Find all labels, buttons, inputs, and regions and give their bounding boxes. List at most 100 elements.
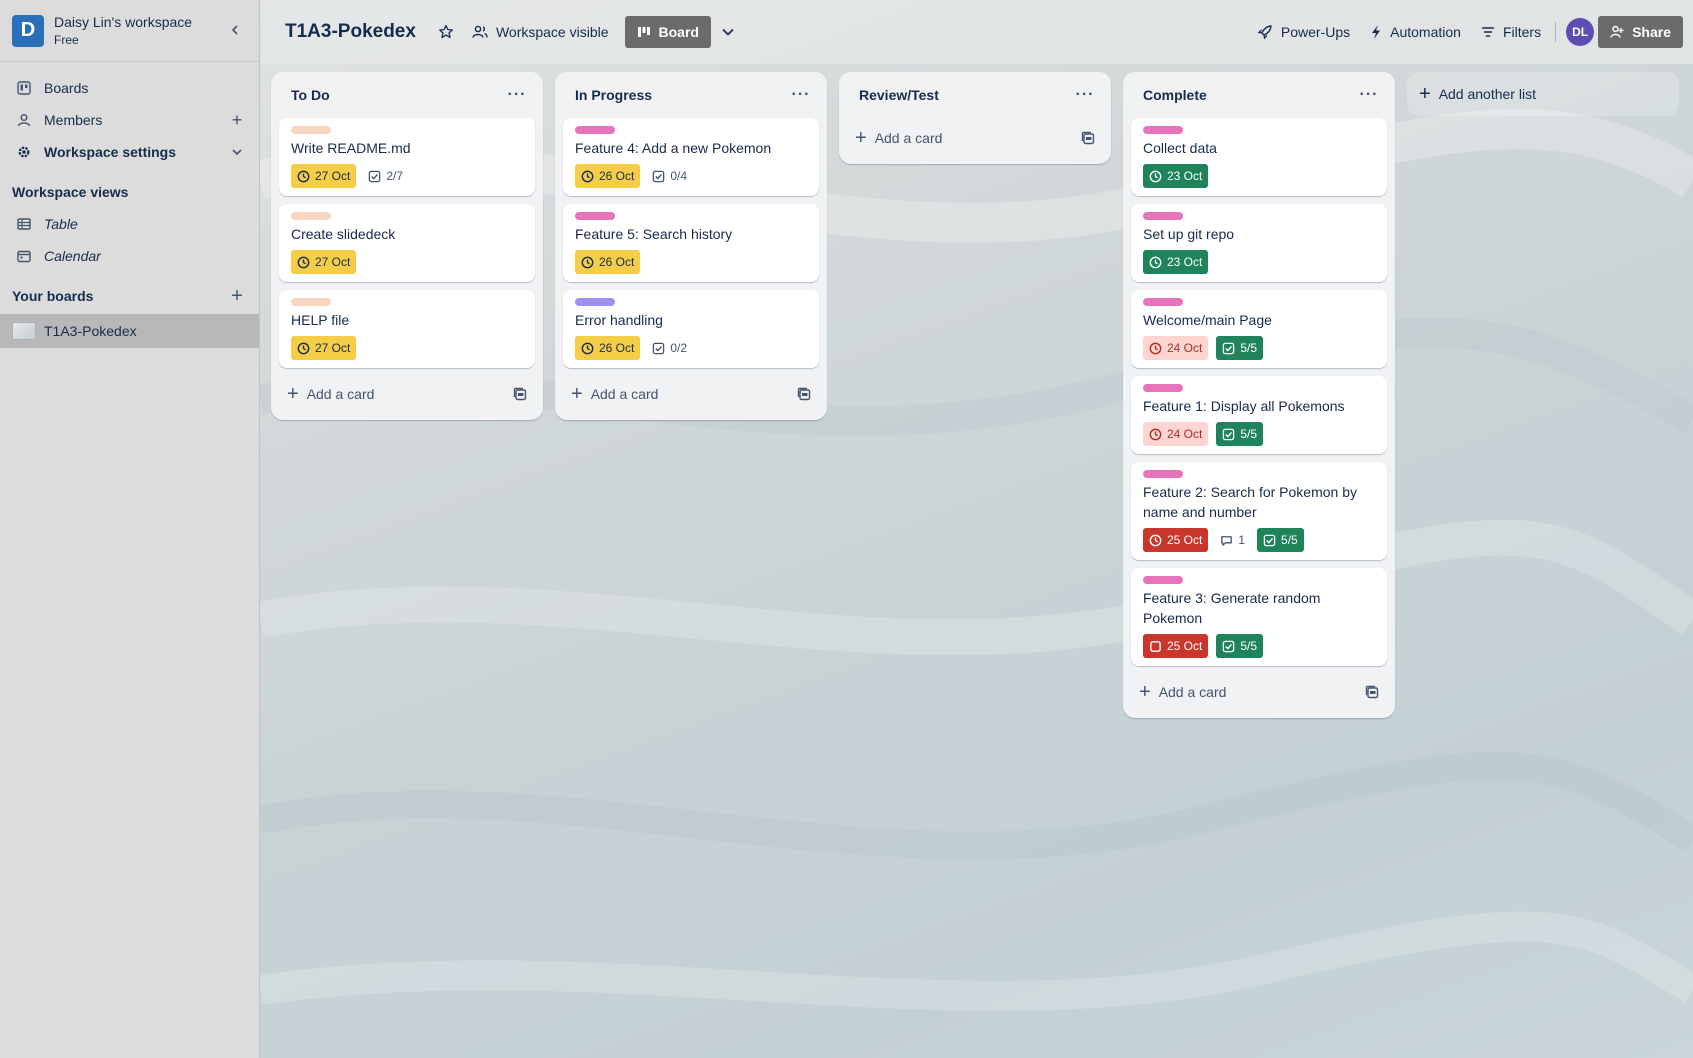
list-title[interactable]: Complete (1143, 87, 1355, 103)
clock-icon (1149, 170, 1162, 183)
automation-button[interactable]: Automation (1360, 16, 1471, 48)
due-date-badge[interactable]: 23 Oct (1143, 164, 1209, 188)
sidebar-item-board[interactable]: T1A3-Pokedex (0, 314, 259, 348)
card-label[interactable] (1143, 126, 1183, 134)
card-label[interactable] (1143, 298, 1183, 306)
card[interactable]: Write README.md 27 Oct 2/7 (279, 118, 535, 196)
clock-icon (1149, 342, 1162, 355)
workspace-logo[interactable]: D (12, 14, 44, 47)
card[interactable]: HELP file 27 Oct (279, 290, 535, 368)
checkbox-icon (1222, 428, 1235, 441)
due-date-badge[interactable]: 26 Oct (575, 164, 641, 188)
add-member-icon[interactable]: + (227, 110, 247, 131)
list-menu-icon[interactable]: ··· (1071, 86, 1099, 104)
sidebar-item-table[interactable]: Table (0, 208, 259, 240)
list-menu-icon[interactable]: ··· (503, 86, 531, 104)
visibility-button[interactable]: Workspace visible (462, 16, 619, 48)
board-view-button[interactable]: Board (624, 16, 711, 48)
list-menu-icon[interactable]: ··· (787, 86, 815, 104)
filter-icon (1481, 26, 1495, 38)
card-template-icon[interactable] (1365, 685, 1379, 699)
person-icon (16, 112, 32, 128)
add-card-button[interactable]: + Add a card (279, 376, 535, 412)
card-label[interactable] (291, 298, 331, 306)
add-card-button[interactable]: + Add a card (1131, 674, 1387, 710)
card-title: HELP file (291, 312, 350, 328)
card-template-icon[interactable] (797, 387, 811, 401)
due-date-badge[interactable]: 25 Oct (1143, 634, 1209, 658)
due-date-badge[interactable]: 26 Oct (575, 250, 641, 274)
checklist-badge: 5/5 (1216, 422, 1264, 446)
card-label[interactable] (1143, 576, 1183, 584)
due-date: 25 Oct (1167, 533, 1203, 547)
card[interactable]: Feature 2: Search for Pokemon by name an… (1131, 462, 1387, 560)
add-card-button[interactable]: + Add a card (847, 120, 1103, 156)
workspace-views-heading: Workspace views (0, 176, 259, 208)
card[interactable]: Feature 1: Display all Pokemons 24 Oct 5… (1131, 376, 1387, 454)
card-label[interactable] (1143, 384, 1183, 392)
card-label[interactable] (291, 212, 331, 220)
card-title: Feature 4: Add a new Pokemon (575, 140, 772, 156)
sidebar-item-calendar[interactable]: Calendar (0, 240, 259, 272)
card[interactable]: Collect data 23 Oct (1131, 118, 1387, 196)
filters-label: Filters (1502, 24, 1542, 40)
star-button[interactable] (430, 16, 462, 48)
board-title[interactable]: T1A3-Pokedex (285, 21, 416, 43)
due-date-badge[interactable]: 27 Oct (291, 250, 357, 274)
card[interactable]: Welcome/main Page 24 Oct 5/5 (1131, 290, 1387, 368)
card-label[interactable] (1143, 212, 1183, 220)
checklist-badge: 5/5 (1216, 336, 1264, 360)
due-date-badge[interactable]: 24 Oct (1143, 336, 1209, 360)
workspace-name[interactable]: Daisy Lin's workspace (54, 14, 223, 30)
checkbox-icon (1263, 534, 1276, 547)
due-date-badge[interactable]: 23 Oct (1143, 250, 1209, 274)
power-ups-button[interactable]: Power-Ups (1247, 16, 1360, 48)
sidebar-item-label: Members (44, 112, 103, 128)
filters-button[interactable]: Filters (1471, 16, 1551, 48)
sidebar-item-members[interactable]: Members + (0, 104, 259, 136)
card[interactable]: Create slidedeck 27 Oct (279, 204, 535, 282)
plus-icon: + (571, 382, 583, 405)
chevron-down-icon[interactable] (227, 142, 247, 163)
collapse-sidebar-button[interactable] (223, 20, 247, 41)
due-date-badge[interactable]: 27 Oct (291, 336, 357, 360)
card-label[interactable] (1143, 470, 1183, 478)
due-date: 23 Oct (1167, 169, 1203, 183)
sidebar-item-boards[interactable]: Boards (0, 72, 259, 104)
due-date-badge[interactable]: 24 Oct (1143, 422, 1209, 446)
card[interactable]: Error handling 26 Oct 0/2 (563, 290, 819, 368)
card-template-icon[interactable] (513, 387, 527, 401)
card-label[interactable] (575, 212, 615, 220)
due-date-badge[interactable]: 27 Oct (291, 164, 357, 188)
checklist-badge: 0/4 (648, 164, 691, 188)
card[interactable]: Feature 4: Add a new Pokemon 26 Oct 0/4 (563, 118, 819, 196)
list-menu-icon[interactable]: ··· (1355, 86, 1383, 104)
card-template-icon[interactable] (1081, 131, 1095, 145)
due-date-badge[interactable]: 25 Oct (1143, 528, 1209, 552)
chevron-left-icon (231, 25, 238, 35)
share-button[interactable]: Share (1598, 16, 1683, 48)
add-card-button[interactable]: + Add a card (563, 376, 819, 412)
card-label[interactable] (575, 126, 615, 134)
gear-icon (16, 144, 32, 160)
list-title[interactable]: In Progress (575, 87, 787, 103)
card-label[interactable] (291, 126, 331, 134)
card[interactable]: Feature 5: Search history 26 Oct (563, 204, 819, 282)
clock-icon (1149, 534, 1162, 547)
plus-icon: + (287, 382, 299, 405)
avatar[interactable]: DL (1566, 18, 1595, 46)
view-switcher-button[interactable] (711, 16, 745, 48)
due-date-badge[interactable]: 26 Oct (575, 336, 641, 360)
card[interactable]: Set up git repo 23 Oct (1131, 204, 1387, 282)
card[interactable]: Feature 3: Generate random Pokemon 25 Oc… (1131, 568, 1387, 666)
card-label[interactable] (575, 298, 615, 306)
list-title[interactable]: To Do (291, 87, 503, 103)
add-board-icon[interactable]: + (227, 285, 247, 308)
checkbox-icon (652, 170, 665, 183)
section-title: Your boards (12, 288, 94, 304)
calendar-icon (16, 248, 32, 264)
add-list-button[interactable]: + Add another list (1407, 72, 1679, 116)
list-title[interactable]: Review/Test (859, 87, 1071, 103)
sidebar-item-workspace-settings[interactable]: Workspace settings (0, 136, 259, 168)
star-icon (439, 24, 453, 39)
